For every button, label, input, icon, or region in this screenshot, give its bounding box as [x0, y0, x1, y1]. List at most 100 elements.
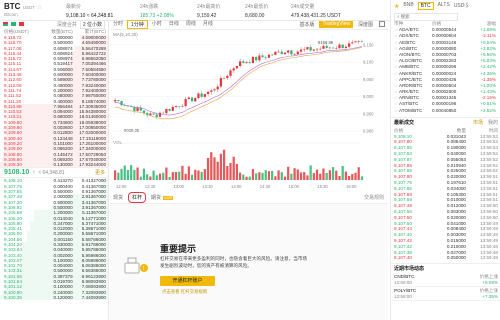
candle-body[interactable] — [203, 94, 206, 97]
candle-body[interactable] — [290, 50, 293, 55]
candle-body[interactable] — [229, 70, 232, 76]
candle-body[interactable] — [296, 51, 299, 55]
candle-body[interactable] — [168, 109, 171, 111]
trades-tab-mine[interactable]: 我的 — [488, 119, 498, 126]
candle-body[interactable] — [178, 106, 181, 107]
candle-body[interactable] — [351, 42, 354, 44]
candle-body[interactable] — [142, 110, 146, 114]
candle-body[interactable] — [114, 100, 117, 102]
chart-tab[interactable]: 日线 — [166, 20, 182, 29]
candle-body[interactable] — [245, 62, 248, 64]
candle-body[interactable] — [283, 52, 287, 55]
candle-body[interactable] — [293, 54, 296, 55]
trade-rules-link[interactable]: 交易规则 — [364, 194, 384, 201]
recent-item[interactable]: CND/BTC 价格上涨 13:58:00 +5.08% — [391, 273, 500, 288]
chart-tab[interactable]: 小时 — [149, 20, 165, 29]
fullscreen-icon[interactable] — [379, 21, 385, 27]
favorite-star-icon[interactable]: ☆ — [37, 5, 42, 11]
quote-tab[interactable]: BNB — [403, 2, 413, 10]
candle-body[interactable] — [171, 106, 174, 111]
candle-body[interactable] — [239, 61, 242, 67]
tab-margin[interactable]: 杠杆 — [128, 192, 147, 203]
chart-tab[interactable]: 分时 — [110, 20, 126, 29]
candle-body[interactable] — [181, 105, 184, 107]
candle-body[interactable] — [258, 55, 261, 61]
trades-tab-market[interactable]: 市场 — [473, 119, 483, 126]
tab-futures[interactable]: 期货 — [151, 194, 161, 201]
candle-body[interactable] — [309, 47, 312, 51]
orderbook-asks-icon[interactable] — [19, 22, 24, 26]
pair-symbol[interactable]: BTC — [4, 2, 20, 11]
recent-item[interactable]: POLY/BTC 价格上涨 13:58:00 +7.35% — [391, 287, 500, 302]
candle-body[interactable] — [274, 51, 277, 55]
candle-body[interactable] — [222, 77, 226, 79]
candle-body[interactable] — [242, 61, 245, 64]
candle-body[interactable] — [306, 47, 309, 50]
candle-body[interactable] — [152, 113, 155, 115]
candle-body[interactable] — [277, 51, 280, 53]
candle-body[interactable] — [331, 47, 335, 49]
candle-body[interactable] — [325, 45, 328, 48]
candle-body[interactable] — [312, 49, 315, 51]
candle-body[interactable] — [303, 49, 306, 50]
candle-body[interactable] — [210, 90, 213, 92]
search-input[interactable] — [399, 14, 450, 19]
candle-body[interactable] — [319, 48, 322, 50]
candle-body[interactable] — [299, 49, 303, 52]
quote-tab[interactable]: BTC — [417, 2, 434, 10]
market-row[interactable]: ☆ ATOM/BTC 0.00040850 +2.52% — [391, 108, 500, 114]
candle-body[interactable] — [338, 44, 341, 49]
chart-tab[interactable]: 1分钟 — [127, 20, 148, 29]
bid-row[interactable]: 9,100.35 0.120000 7.44093900 — [0, 294, 108, 301]
candle-body[interactable] — [174, 106, 178, 107]
orderbook-bids-icon[interactable] — [11, 22, 16, 26]
chart-tab[interactable]: 月线 — [200, 20, 216, 29]
candle-body[interactable] — [287, 50, 290, 53]
ask-row[interactable]: 9,108.30 0.130000 17.93244000 — [0, 162, 108, 168]
learn-margin-link[interactable]: 点击查看 杠杆交易规则 — [162, 289, 207, 295]
candle-body[interactable] — [344, 46, 348, 49]
candle-body[interactable] — [232, 68, 235, 71]
candle-body[interactable] — [335, 48, 338, 49]
candle-body[interactable] — [162, 112, 165, 114]
open-margin-account-button[interactable]: 开通杠杆账户 — [160, 276, 215, 286]
tradingview-button[interactable]: TradingView — [319, 21, 353, 28]
candle-body[interactable] — [184, 99, 187, 106]
candle-body[interactable] — [149, 113, 152, 116]
favorites-star-icon[interactable]: ★ — [394, 3, 399, 10]
candle-body[interactable] — [117, 100, 120, 102]
chart-tab[interactable]: 周线 — [183, 20, 199, 29]
candle-body[interactable] — [248, 62, 251, 64]
candle-body[interactable] — [328, 47, 331, 49]
candle-body[interactable] — [251, 56, 255, 64]
candle-body[interactable] — [226, 75, 229, 78]
quote-tab[interactable]: USDⓈ — [454, 2, 470, 10]
candle-body[interactable] — [200, 93, 203, 97]
candle-body[interactable] — [197, 93, 200, 99]
candle-body[interactable] — [357, 41, 360, 42]
candle-body[interactable] — [261, 55, 264, 58]
candle-body[interactable] — [341, 44, 344, 49]
candle-body[interactable] — [219, 78, 223, 87]
candle-body[interactable] — [235, 66, 239, 69]
basic-view-button[interactable]: 基本版 — [296, 21, 317, 28]
candle-body[interactable] — [267, 54, 271, 58]
candle-body[interactable] — [360, 41, 364, 42]
tab-spot[interactable]: 现货 — [113, 194, 123, 201]
candle-body[interactable] — [280, 51, 283, 55]
orderbook-all-icon[interactable] — [3, 22, 8, 26]
candle-body[interactable] — [216, 86, 219, 90]
candle-body[interactable] — [194, 98, 197, 102]
candlestick-chart[interactable]: MA(5,10,30) VOL 9158.98 9029.35 9,150 9,1… — [110, 30, 388, 191]
candle-body[interactable] — [213, 89, 216, 91]
candle-body[interactable] — [264, 57, 267, 58]
candle-body[interactable] — [354, 41, 357, 43]
candle-body[interactable] — [255, 56, 258, 61]
candle-body[interactable] — [271, 54, 274, 56]
depth-chart-button[interactable]: 深度图 — [355, 21, 376, 28]
candle-body[interactable] — [155, 114, 158, 117]
candle-body[interactable] — [347, 43, 351, 47]
candle-body[interactable] — [206, 91, 210, 95]
candle-body[interactable] — [187, 97, 190, 100]
candle-body[interactable] — [165, 109, 168, 114]
